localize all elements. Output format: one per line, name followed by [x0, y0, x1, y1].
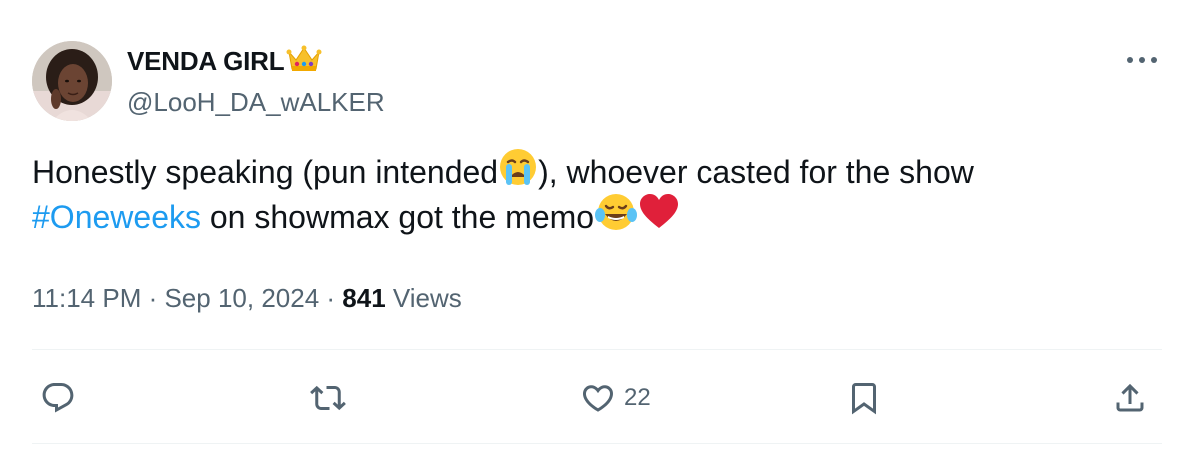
- heart-icon: [582, 385, 614, 412]
- loudly-crying-face-emoji: [498, 147, 538, 199]
- face-with-tears-of-joy-emoji: [594, 192, 638, 244]
- more-options-button[interactable]: [1120, 50, 1164, 70]
- author-handle[interactable]: @LooH_DA_wALKER: [127, 84, 385, 120]
- bookmark-button[interactable]: [846, 374, 882, 422]
- author-name-row[interactable]: VENDA GIRL: [127, 43, 322, 79]
- views-label: Views: [385, 283, 462, 313]
- bookmark-icon: [852, 383, 876, 415]
- divider: [32, 349, 1162, 350]
- like-button[interactable]: 22: [580, 374, 651, 422]
- tweet-time[interactable]: 11:14 PM: [32, 283, 141, 313]
- meta-separator: ·: [141, 283, 165, 313]
- avatar[interactable]: [32, 41, 112, 121]
- share-icon: [1116, 383, 1144, 412]
- retweet-icon: [310, 385, 346, 411]
- reply-button[interactable]: [40, 374, 76, 422]
- display-name[interactable]: VENDA GIRL: [127, 46, 285, 77]
- reply-icon: [42, 383, 74, 413]
- tweet-text-line-2: #Oneweeks on showmax got the memo: [32, 193, 1152, 240]
- views-count: 841: [342, 283, 386, 313]
- tweet-date[interactable]: Sep 10, 2024: [164, 283, 319, 313]
- retweet-button[interactable]: [310, 374, 354, 422]
- divider: [32, 443, 1162, 444]
- more-icon: [1127, 57, 1157, 63]
- meta-separator: ·: [319, 283, 343, 313]
- tweet-text-part: ), whoever casted for the show: [538, 154, 974, 190]
- like-count: 22: [624, 384, 651, 411]
- tweet-text: Honestly speaking (pun intended ), whoev…: [32, 148, 1152, 240]
- tweet-card: VENDA GIRL @LooH_DA_wALKER Honestly spea…: [0, 0, 1190, 450]
- tweet-text-part: on showmax got the memo: [200, 199, 595, 235]
- tweet-text-line-1: Honestly speaking (pun intended ), whoev…: [32, 148, 1152, 195]
- share-button[interactable]: [1112, 374, 1148, 422]
- crown-emoji: [286, 44, 322, 79]
- tweet-meta: 11:14 PM · Sep 10, 2024 · 841 Views: [32, 280, 462, 316]
- tweet-text-part: Honestly speaking (pun intended: [32, 154, 499, 190]
- red-heart-emoji: [638, 192, 680, 244]
- hashtag-link[interactable]: #Oneweeks: [32, 195, 201, 240]
